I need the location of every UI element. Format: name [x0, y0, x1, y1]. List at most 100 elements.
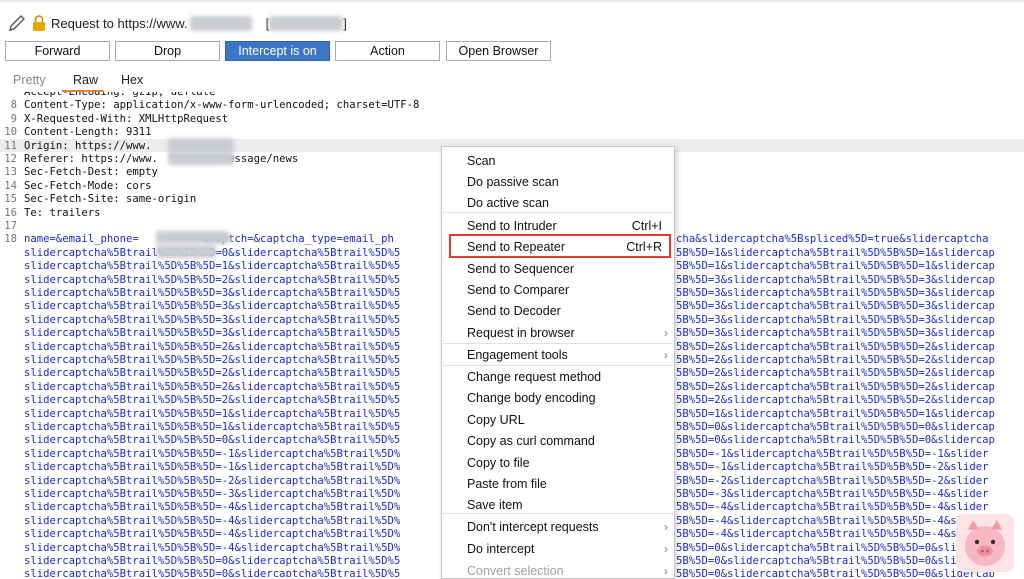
menu-item-convert-selection[interactable]: Convert selection ›	[442, 561, 674, 578]
line-text: slidercaptcha%5Btrail%5D%5B%5D=2&sliderc…	[24, 367, 401, 380]
line-text-right: 5B%5D=-1&slidercaptcha%5Btrail%5D%5B%5D=…	[676, 447, 989, 460]
open-browser-button[interactable]: Open Browser	[446, 41, 551, 61]
tab-pretty[interactable]: Pretty	[13, 73, 46, 87]
menu-item-send-to-decoder[interactable]: Send to Decoder	[442, 301, 674, 322]
line-text: slidercaptcha%5Btrail%5D%5B%5D=1&sliderc…	[24, 260, 401, 273]
line-text: slidercaptcha%5Btrail%5D%5B%5D=-1&slider…	[24, 461, 401, 474]
line-text-right: 5B%5D=0&slidercaptcha%5Btrail%5D%5B%5D=0…	[676, 434, 995, 447]
menu-item-label: Copy URL	[467, 413, 525, 427]
intercept-toggle-button[interactable]: Intercept is on	[225, 41, 330, 61]
menu-item-label: Copy as curl command	[467, 434, 595, 448]
redacted-origin	[168, 138, 234, 152]
line-text: Sec-Fetch-Dest: empty	[24, 166, 158, 179]
menu-item-scan[interactable]: Scan	[442, 151, 674, 172]
line-text: Te: trailers	[24, 206, 101, 219]
line-text: slidercaptcha%5Btrail%5D%5B%5D=3&sliderc…	[24, 327, 401, 340]
line-text-right: 5B%5D=1&slidercaptcha%5Btrail%5D%5B%5D=1…	[676, 246, 995, 259]
menu-item-label: Do active scan	[467, 196, 549, 210]
redacted-phone	[156, 231, 230, 244]
menu-item-label: Do intercept	[467, 542, 535, 556]
line-number: 18	[4, 233, 17, 246]
line-text: Content-Type: application/x-www-form-url…	[24, 99, 420, 112]
menu-separator	[443, 365, 673, 366]
line-text: slidercaptcha%5Btrail%5D%5B%5D=3&sliderc…	[24, 313, 401, 326]
line-text: Origin: https://www.	[24, 139, 152, 152]
line-text: slidercaptcha%5Btrail%5D%5B%5D=-1&slider…	[24, 447, 401, 460]
redacted-ip	[269, 15, 344, 31]
line-text-right: 5B%5D=1&slidercaptcha%5Btrail%5D%5B%5D=1…	[676, 407, 995, 420]
menu-item-label: Do passive scan	[467, 175, 559, 189]
menu-item-send-to-comparer[interactable]: Send to Comparer	[442, 280, 674, 301]
menu-item-copy-url[interactable]: Copy URL	[442, 410, 674, 431]
menu-item-shortcut: Ctrl+I	[631, 219, 662, 233]
line-number: 8	[10, 99, 17, 112]
menu-item-paste-from-file[interactable]: Paste from file	[442, 474, 674, 495]
menu-item-label: Send to Decoder	[467, 304, 561, 318]
intercept-toolbar: Request to https://www. [ ] Forward Drop…	[0, 0, 1024, 68]
line-text: X-Requested-With: XMLHttpRequest	[24, 112, 229, 125]
line-text: slidercaptcha%5Btrail%5D%5B%5D=0&sliderc…	[24, 434, 401, 447]
message-view-tabs: Pretty Raw Hex	[0, 66, 1024, 92]
line-text: slidercaptcha%5Btrail%5D%5B%5D=0&sliderc…	[24, 555, 401, 567]
chevron-right-icon: ›	[664, 520, 668, 534]
drop-button[interactable]: Drop	[115, 41, 220, 61]
line-text: Sec-Fetch-Site: same-origin	[24, 193, 197, 206]
menu-item-label: Send to Comparer	[467, 283, 570, 297]
menu-item-change-request-method[interactable]: Change request method	[442, 367, 674, 388]
line-text-right: 5B%5D=-3&slidercaptcha%5Btrail%5D%5B%5D=…	[676, 488, 989, 500]
line-text: slidercaptcha%5Btrail%5D%5B%5D=3&sliderc…	[24, 300, 401, 313]
line-text-right: 5B%5D=3&slidercaptcha%5Btrail%5D%5B%5D=3…	[676, 313, 995, 326]
line-text-right: 5B%5D=2&slidercaptcha%5Btrail%5D%5B%5D=2…	[676, 367, 995, 380]
line-text-right: 5B%5D=-4&slidercaptcha%5Btrail%5D%5B%5D=…	[676, 528, 989, 541]
tab-raw[interactable]: Raw	[73, 73, 98, 87]
line-text-right: 5B%5D=3&slidercaptcha%5Btrail%5D%5B%5D=3…	[676, 327, 995, 340]
menu-item-do-active-scan[interactable]: Do active scan	[442, 193, 674, 214]
line-text: slidercaptcha%5Btrail%5D%5B%5D=0&sliderc…	[24, 568, 401, 577]
line-text-right: 5B%5D=2&slidercaptcha%5Btrail%5D%5B%5D=2…	[676, 394, 995, 407]
pig-sticker-icon	[956, 514, 1014, 572]
line-text-right: 5B%5D=-4&slidercaptcha%5Btrail%5D%5B%5D=…	[676, 501, 989, 514]
menu-separator	[443, 343, 673, 344]
line-text-right: 5B%5D=0&slidercaptcha%5Btrail%5D%5B%5D=0…	[676, 555, 995, 567]
menu-item-label: Engagement tools	[467, 348, 568, 362]
line-text: slidercaptcha%5Btrail%5D%5B%5D=2&sliderc…	[24, 340, 401, 353]
menu-item-do-passive-scan[interactable]: Do passive scan	[442, 172, 674, 193]
line-text-right: 5B%5D=2&slidercaptcha%5Btrail%5D%5B%5D=2…	[676, 380, 995, 393]
line-text: slidercaptcha%5Btrail%5D%5B%5D=1&sliderc…	[24, 421, 401, 433]
menu-item-engagement-tools[interactable]: Engagement tools ›	[442, 345, 674, 366]
menu-item-send-to-sequencer[interactable]: Send to Sequencer	[442, 259, 674, 280]
menu-item-do-intercept[interactable]: Do intercept ›	[442, 539, 674, 560]
line-text-right: 5B%5D=1&slidercaptcha%5Btrail%5D%5B%5D=1…	[676, 260, 995, 273]
line-text-right: 5B%5D=0&slidercaptcha%5Btrail%5D%5B%5D=0…	[676, 421, 995, 433]
menu-item-label: Scan	[467, 154, 496, 168]
line-text: slidercaptcha%5Btrail%5D%5B%5D=3&sliderc…	[24, 287, 401, 299]
line-text-right: 5B%5D=3&slidercaptcha%5Btrail%5D%5B%5D=3…	[676, 287, 995, 299]
line-text: slidercaptcha%5Btrail%5D%5B%5D=-3&slider…	[24, 488, 401, 500]
redacted-referer	[168, 151, 234, 165]
action-button[interactable]: Action	[335, 41, 440, 61]
chevron-right-icon: ›	[664, 542, 668, 556]
line-text: slidercaptcha%5Btrail%5D%5B%5D=2&sliderc…	[24, 354, 401, 366]
line-number: 13	[4, 166, 17, 179]
menu-item-label: Send to Intruder	[467, 219, 557, 233]
line-text: slidercaptcha%5Btrail%5D%5B%5D=1&sliderc…	[24, 407, 401, 420]
line-text: Referer: https://www. /message/news	[24, 153, 299, 165]
forward-button[interactable]: Forward	[5, 41, 110, 61]
menu-item-label: Copy to file	[467, 456, 530, 470]
line-number: 9	[10, 112, 17, 125]
menu-item-don-t-intercept-requests[interactable]: Don't intercept requests ›	[442, 517, 674, 538]
menu-item-copy-as-curl-command[interactable]: Copy as curl command	[442, 431, 674, 452]
menu-item-label: Don't intercept requests	[467, 520, 599, 534]
request-info: Request to https://www. [ ]	[6, 12, 347, 34]
line-text-right: 5B%5D=3&slidercaptcha%5Btrail%5D%5B%5D=3…	[676, 273, 995, 286]
chevron-right-icon: ›	[664, 564, 668, 578]
line-number: 15	[4, 193, 17, 206]
pencil-icon[interactable]	[6, 12, 28, 34]
menu-item-copy-to-file[interactable]: Copy to file	[442, 453, 674, 474]
menu-item-request-in-browser[interactable]: Request in browser ›	[442, 323, 674, 344]
tab-hex[interactable]: Hex	[121, 73, 143, 87]
line-number: 10	[4, 126, 17, 139]
line-number: 16	[4, 206, 17, 219]
menu-item-change-body-encoding[interactable]: Change body encoding	[442, 388, 674, 409]
line-text-right: cha&slidercaptcha%5Bspliced%5D=true&slid…	[676, 233, 989, 246]
